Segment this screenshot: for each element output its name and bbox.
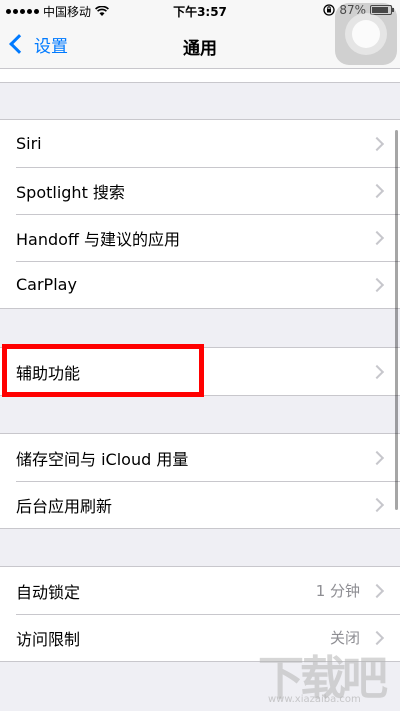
settings-row-carplay[interactable]: CarPlay — [0, 261, 400, 308]
chevron-right-icon — [369, 364, 385, 379]
chevron-right-icon — [369, 183, 385, 198]
chevron-right-icon — [369, 450, 385, 465]
orientation-lock-icon — [323, 4, 335, 16]
row-label: 自动锁定 — [16, 582, 81, 602]
chevron-right-icon — [369, 583, 385, 598]
row-label: 储存空间与 iCloud 用量 — [16, 449, 189, 469]
row-label: Siri — [16, 134, 42, 153]
settings-row-storage-icloud[interactable]: 储存空间与 iCloud 用量 — [0, 434, 400, 481]
chevron-right-icon — [369, 136, 385, 151]
previous-group-row-partial — [0, 69, 400, 83]
watermark-url: www.xiazaiba.com — [268, 694, 361, 705]
row-value: 1 分钟 — [315, 582, 360, 600]
settings-group-3: 储存空间与 iCloud 用量 后台应用刷新 — [0, 433, 400, 529]
settings-group-1: Siri Spotlight 搜索 Handoff 与建议的应用 CarPlay — [0, 119, 400, 309]
chevron-right-icon — [369, 230, 385, 245]
settings-row-spotlight[interactable]: Spotlight 搜索 — [0, 167, 400, 214]
settings-row-handoff[interactable]: Handoff 与建议的应用 — [0, 214, 400, 261]
row-label: Spotlight 搜索 — [16, 182, 125, 202]
settings-row-background-refresh[interactable]: 后台应用刷新 — [0, 481, 400, 528]
chevron-right-icon — [369, 497, 385, 512]
settings-row-siri[interactable]: Siri — [0, 120, 400, 167]
assistive-touch-button[interactable] — [335, 3, 397, 65]
scroll-indicator — [395, 130, 398, 510]
chevron-right-icon — [369, 277, 385, 292]
highlight-annotation — [2, 344, 204, 397]
row-label: 后台应用刷新 — [16, 496, 113, 516]
row-label: Handoff 与建议的应用 — [16, 229, 181, 249]
settings-row-auto-lock[interactable]: 自动锁定 1 分钟 — [0, 567, 400, 614]
row-label: CarPlay — [16, 275, 77, 294]
